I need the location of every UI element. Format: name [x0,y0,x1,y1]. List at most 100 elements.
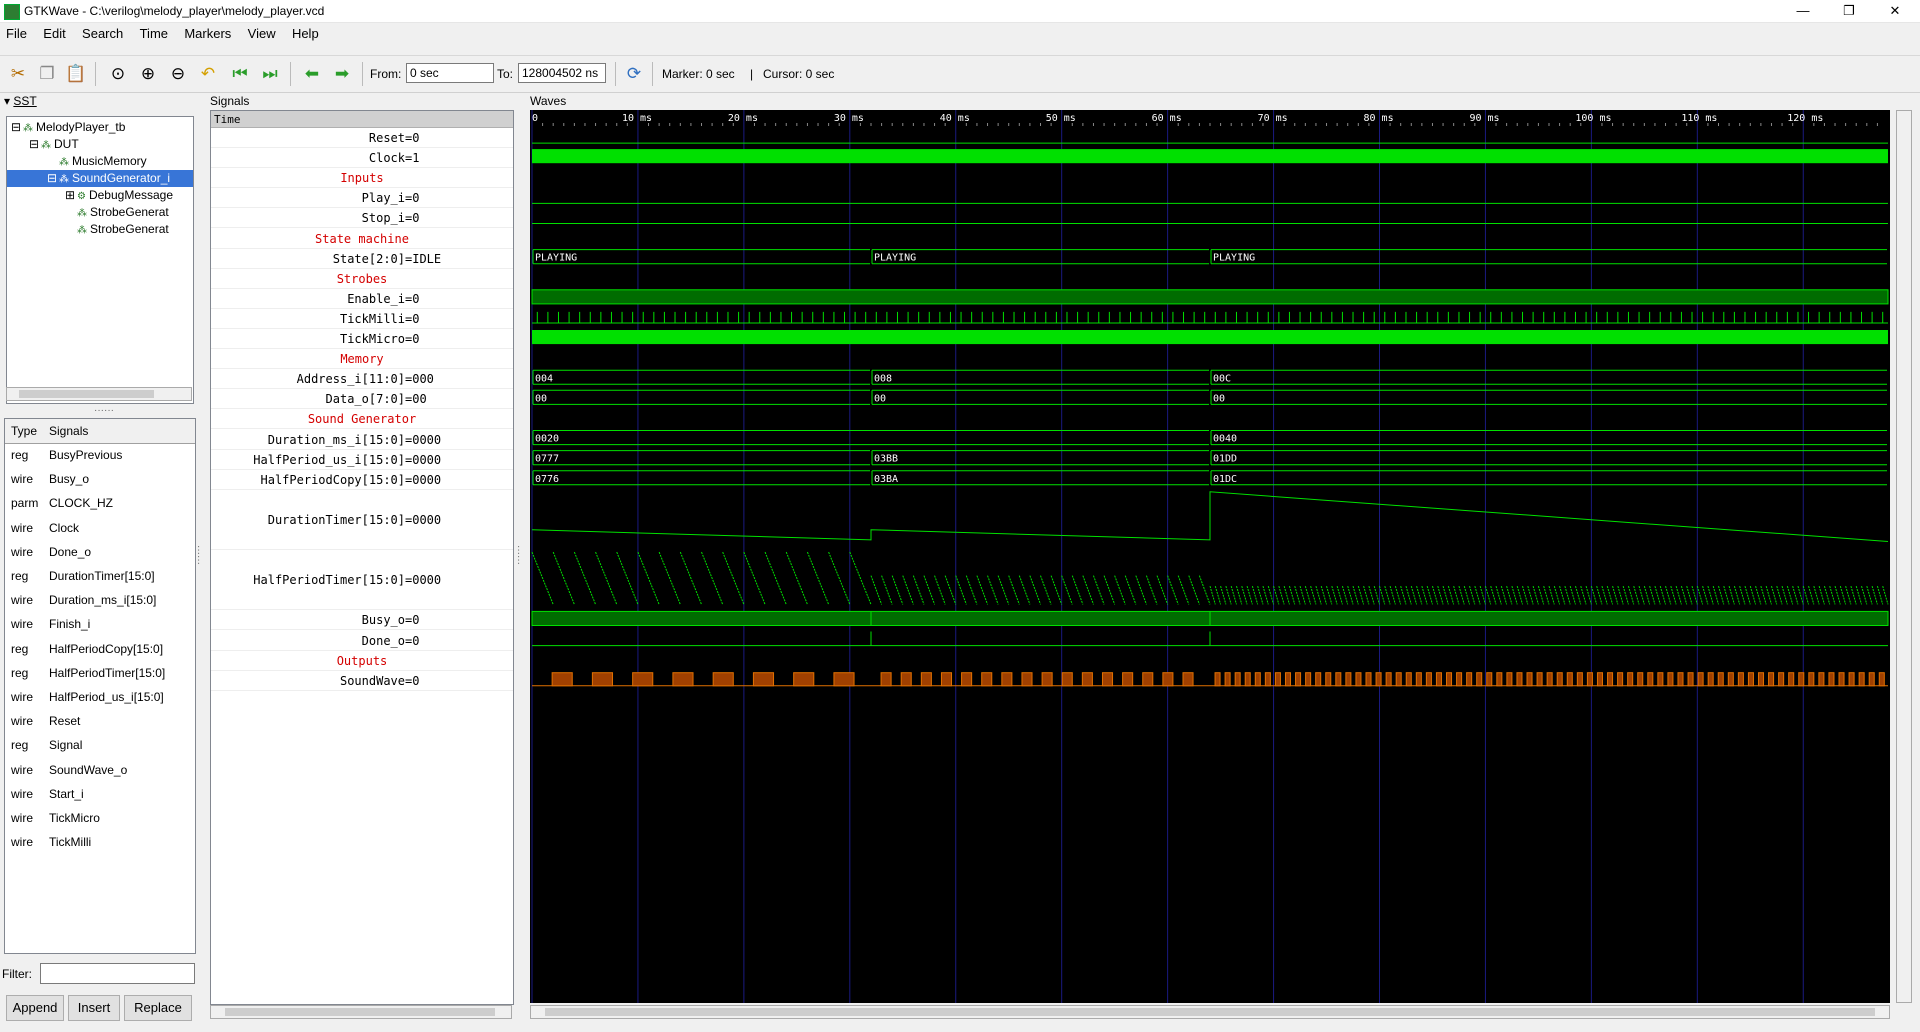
signal-row[interactable]: State[2:0] =IDLE [211,249,513,269]
signal-list-item[interactable]: wire Finish_i [5,612,195,636]
signal-row[interactable]: Data_o[7:0] =00 [211,389,513,410]
zoom-fit-icon[interactable]: ⊙ [106,62,130,86]
signal-row[interactable]: DurationTimer[15:0] =0000 [211,490,513,551]
signal-group-label[interactable]: Strobes [211,269,513,289]
signal-list-item[interactable]: reg Signal [5,733,195,757]
sst-splitter[interactable]: ······ [94,405,114,416]
signal-row[interactable]: HalfPeriodCopy[15:0] =0000 [211,470,513,490]
signal-list-item[interactable]: reg HalfPeriodTimer[15:0] [5,661,195,685]
signal-row[interactable]: Clock =1 [211,148,513,169]
left-icon[interactable]: ⬅ [300,62,324,86]
signal-row[interactable]: Stop_i =0 [211,208,513,229]
sound-pulse [1315,672,1322,687]
signal-group-label[interactable]: Memory [211,349,513,370]
menu-search[interactable]: Search [76,24,130,41]
zoom-out-icon[interactable]: ⊖ [166,62,190,86]
menu-edit[interactable]: Edit [37,24,72,41]
insert-button[interactable]: Insert [68,995,120,1021]
signal-list-item[interactable]: wire Duration_ms_i[15:0] [5,588,195,612]
right-icon[interactable]: ➡ [330,62,354,86]
menu-help[interactable]: Help [286,24,326,41]
menu-view[interactable]: View [242,24,283,41]
tree-node[interactable]: ⁂ StrobeGenerat [7,204,169,221]
signal-list-item[interactable]: wire HalfPeriod_us_i[15:0] [5,685,195,709]
maximize-button[interactable]: ❐ [1826,0,1872,22]
bus-value-label: 01DD [1213,454,1237,465]
undo-icon[interactable]: ↶ [196,62,220,86]
signal-name: Signal [49,738,83,753]
signal-list-item[interactable]: parm CLOCK_HZ [5,491,195,515]
tree-node[interactable]: ⊟ ⁂ SoundGenerator_i [7,170,193,187]
menu-file[interactable]: File [0,24,34,41]
signal-row[interactable]: Reset =0 [211,128,513,149]
menu-markers[interactable]: Markers [178,24,238,41]
zoom-in-icon[interactable]: ⊕ [136,62,160,86]
signal-row[interactable]: TickMicro =0 [211,329,513,350]
time-tick-label: 10 ms [622,113,652,124]
minimize-button[interactable]: — [1780,0,1826,22]
signal-row[interactable]: Busy_o =0 [211,610,513,631]
tree-expander-icon[interactable]: ⊟ [29,136,41,153]
left-splitter[interactable]: ······ [193,545,204,565]
last-icon[interactable]: ⏭ [258,62,282,86]
signals-column-header[interactable]: Signals [49,424,88,438]
signal-list-item[interactable]: wire TickMicro [5,806,195,830]
signal-group-label[interactable]: Sound Generator [211,409,513,430]
reload-icon[interactable]: ⟳ [622,62,646,86]
filter-input[interactable] [40,963,195,984]
tree-node[interactable]: ⊞ ⚙ DebugMessage [7,187,173,204]
tree-node[interactable]: ⁂ StrobeGenerat [7,221,169,238]
signal-row[interactable]: HalfPeriodTimer[15:0] =0000 [211,550,513,611]
mid-splitter[interactable]: ······ [513,545,524,565]
signal-list-item[interactable]: wire TickMilli [5,830,195,854]
from-input[interactable] [406,63,494,83]
copy-icon[interactable]: ❐ [35,62,59,86]
waveform-canvas[interactable]: 0 10 ms 20 ms 30 ms 40 ms 50 ms 60 ms 70 ms 80 m… [530,110,1890,1003]
close-button[interactable]: ✕ [1872,0,1918,22]
signal-list-item[interactable]: reg HalfPeriodCopy[15:0] [5,637,195,661]
paste-icon[interactable]: 📋 [64,62,88,86]
signal-list-item[interactable]: wire Reset [5,709,195,733]
tree-expander-icon[interactable]: ⊞ [65,187,77,204]
signal-list-item[interactable]: wire Clock [5,516,195,540]
signal-list-item[interactable]: reg DurationTimer[15:0] [5,564,195,588]
signal-list-item[interactable]: wire Busy_o [5,467,195,491]
sst-header[interactable]: ▾ SST [4,94,37,108]
time-tick-label: 0 [532,113,538,124]
signal-group-label[interactable]: Outputs [211,651,513,671]
waves-vscrollbar[interactable] [1896,110,1912,1003]
signal-list-item[interactable]: reg BusyPrevious [5,443,195,467]
tree-hscrollbar[interactable] [6,387,192,401]
signal-group-label[interactable]: State machine [211,229,513,249]
signal-row[interactable]: SoundWave =0 [211,671,513,691]
waves-panel[interactable]: 0 10 ms 20 ms 30 ms 40 ms 50 ms 60 ms 70 ms 80 m… [530,110,1890,1003]
signal-row[interactable]: HalfPeriod_us_i[15:0] =0000 [211,450,513,470]
signal-row[interactable]: Address_i[11:0] =000 [211,369,513,390]
type-column-header[interactable]: Type [11,424,37,438]
signal-group-label[interactable]: Inputs [211,168,513,189]
tree-node[interactable]: ⁂ MusicMemory [7,153,147,170]
to-input[interactable] [518,63,606,83]
signal-row[interactable]: Duration_ms_i[15:0] =0000 [211,430,513,450]
tree-node[interactable]: ⊟ ⁂ MelodyPlayer_tb [7,119,125,136]
signal-row[interactable]: TickMilli =0 [211,309,513,329]
signal-list-item[interactable]: wire Done_o [5,540,195,564]
signal-row[interactable]: Done_o =0 [211,631,513,651]
signals-hscrollbar[interactable] [210,1005,512,1019]
tree-expander-icon[interactable]: ⊟ [11,119,23,136]
signal-list-item[interactable]: wire SoundWave_o [5,758,195,782]
signal-list-item[interactable]: wire Start_i [5,782,195,806]
tree-expander-icon[interactable]: ⊟ [47,170,59,187]
replace-button[interactable]: Replace [124,995,192,1021]
first-icon[interactable]: ⏮ [228,62,252,86]
time-row[interactable]: Time [211,111,513,128]
menu-time[interactable]: Time [134,24,175,41]
sound-pulse [1657,672,1664,687]
append-button[interactable]: Append [6,995,64,1021]
sound-pulse [1425,672,1432,687]
tree-node[interactable]: ⊟ ⁂ DUT [7,136,79,153]
cut-icon[interactable]: ✂ [6,62,30,86]
signal-row[interactable]: Play_i =0 [211,188,513,209]
signal-row[interactable]: Enable_i =0 [211,289,513,309]
waves-hscrollbar[interactable] [530,1005,1890,1019]
